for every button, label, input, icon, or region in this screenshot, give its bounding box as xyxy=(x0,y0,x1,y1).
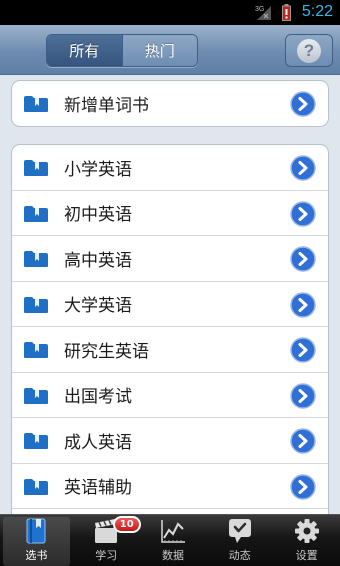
tab-label: 设置 xyxy=(295,549,318,562)
list-item-category[interactable]: 大学英语 xyxy=(12,282,328,327)
list-item-label: 高中英语 xyxy=(64,250,132,271)
tab-select-book[interactable]: 选书 xyxy=(3,517,70,566)
list-item-label: 英语辅助 xyxy=(64,478,132,499)
notification-badge: 10 xyxy=(112,516,141,533)
new-book-group: 新增单词书 xyxy=(11,80,329,127)
battery-low-icon xyxy=(282,4,291,21)
help-button[interactable]: ? xyxy=(285,34,333,67)
list-item-category[interactable]: 英语辅助 xyxy=(12,464,328,509)
tab-label: 选书 xyxy=(25,549,48,562)
chevron-right-circle-icon[interactable] xyxy=(290,246,316,272)
bottom-tab-bar: 选书 10 学习 数据 动态 设置 xyxy=(0,514,340,566)
tab-label: 数据 xyxy=(161,549,184,562)
list-item-category[interactable]: 高中英语 xyxy=(12,236,328,282)
folder-icon xyxy=(24,478,48,495)
status-bar: 3G 5:22 xyxy=(0,0,340,25)
tab-label: 动态 xyxy=(228,549,251,562)
top-bar: 所有 热门 ? xyxy=(0,25,340,75)
list-item-label: 小学英语 xyxy=(64,159,132,180)
chevron-right-circle-icon[interactable] xyxy=(290,155,316,181)
chart-icon xyxy=(161,520,185,543)
filter-segmented-control: 所有 热门 xyxy=(46,34,198,67)
list-item-label: 初中英语 xyxy=(64,205,132,226)
chevron-right-circle-icon[interactable] xyxy=(290,428,316,454)
clock: 5:22 xyxy=(301,3,333,20)
segment-all[interactable]: 所有 xyxy=(47,35,122,66)
list-item-new-book[interactable]: 新增单词书 xyxy=(12,81,328,126)
list-item-category[interactable]: 成人英语 xyxy=(12,418,328,464)
segment-hot[interactable]: 热门 xyxy=(121,35,197,66)
tab-activity[interactable]: 动态 xyxy=(206,515,273,566)
folder-icon xyxy=(24,205,48,222)
folder-icon xyxy=(24,251,48,267)
list-item-category[interactable]: 出国考试 xyxy=(12,373,328,418)
list-item-label: 成人英语 xyxy=(64,432,132,453)
list-item-category[interactable]: 初中英语 xyxy=(12,191,328,236)
chevron-right-circle-icon[interactable] xyxy=(290,382,316,409)
chevron-right-circle-icon[interactable] xyxy=(290,200,316,227)
folder-icon xyxy=(24,342,48,358)
chevron-right-circle-icon[interactable] xyxy=(290,337,316,363)
folder-icon xyxy=(24,387,48,404)
list-item-category[interactable]: 研究生英语 xyxy=(12,327,328,373)
chevron-right-circle-icon[interactable] xyxy=(290,91,316,117)
book-icon xyxy=(26,518,46,544)
speech-bubble-icon xyxy=(228,519,251,543)
folder-icon xyxy=(24,433,48,449)
list-item-label: 新增单词书 xyxy=(64,96,149,116)
svg-text:3G: 3G xyxy=(255,6,264,13)
list-item-label: 研究生英语 xyxy=(64,341,149,362)
chevron-right-circle-icon[interactable] xyxy=(290,291,316,318)
folder-icon xyxy=(24,296,48,313)
folder-icon xyxy=(24,96,48,112)
tab-settings[interactable]: 设置 xyxy=(273,515,340,566)
gear-icon xyxy=(294,519,319,543)
chevron-right-circle-icon[interactable] xyxy=(290,473,316,500)
tab-label: 学习 xyxy=(95,549,118,562)
list-item-label: 大学英语 xyxy=(64,296,132,317)
question-mark-icon: ? xyxy=(297,38,321,63)
signal-3g-icon: 3G xyxy=(255,6,271,20)
list-item-label: 出国考试 xyxy=(64,387,132,408)
list-item-category[interactable]: 小学英语 xyxy=(12,145,328,191)
tab-study[interactable]: 10 学习 xyxy=(73,515,141,566)
category-list: 小学英语 初中英语 高中英语 大学英语 研究生英语 出国考试 成人英语 英语辅助 xyxy=(11,144,329,524)
tab-data[interactable]: 数据 xyxy=(140,515,207,566)
folder-icon xyxy=(24,160,48,176)
